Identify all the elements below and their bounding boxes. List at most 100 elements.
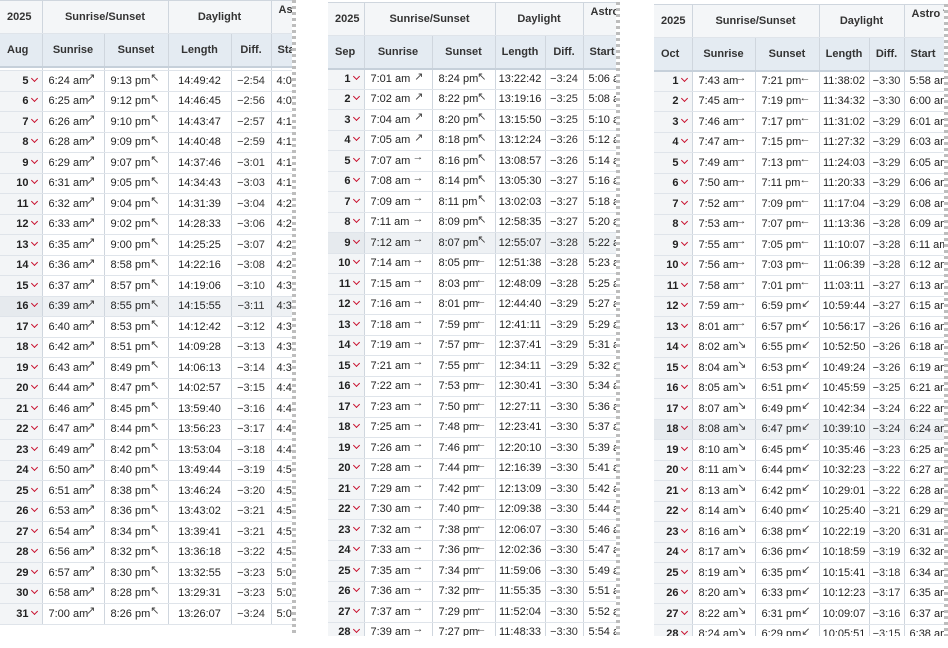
day-cell[interactable]: 12 [328, 294, 365, 315]
day-cell[interactable]: 18 [0, 337, 43, 358]
chevron-down-icon[interactable] [680, 238, 688, 246]
chevron-down-icon[interactable] [30, 300, 38, 308]
day-cell[interactable]: 9 [0, 152, 43, 174]
chevron-down-icon[interactable] [30, 279, 38, 287]
chevron-down-icon[interactable] [30, 546, 38, 554]
chevron-down-icon[interactable] [352, 523, 360, 531]
chevron-down-icon[interactable] [352, 318, 360, 326]
day-cell[interactable]: 22 [0, 419, 43, 440]
day-cell[interactable]: 6 [328, 171, 365, 192]
day-cell[interactable]: 16 [0, 296, 43, 317]
day-cell[interactable]: 5 [328, 150, 365, 172]
day-cell[interactable]: 17 [328, 396, 365, 418]
day-cell[interactable]: 20 [0, 378, 43, 399]
day-cell[interactable]: 8 [0, 132, 43, 153]
day-cell[interactable]: 19 [654, 439, 693, 461]
chevron-down-icon[interactable] [352, 339, 360, 347]
chevron-down-icon[interactable] [30, 218, 38, 226]
chevron-down-icon[interactable] [30, 74, 38, 82]
day-cell[interactable]: 18 [328, 417, 365, 438]
day-cell[interactable]: 21 [654, 480, 693, 502]
chevron-down-icon[interactable] [30, 423, 38, 431]
chevron-down-icon[interactable] [352, 564, 360, 572]
chevron-down-icon[interactable] [30, 341, 38, 349]
chevron-down-icon[interactable] [30, 464, 38, 472]
chevron-down-icon[interactable] [352, 257, 360, 265]
day-cell[interactable]: 24 [328, 540, 365, 561]
chevron-down-icon[interactable] [30, 607, 38, 615]
day-cell[interactable]: 12 [0, 214, 43, 235]
chevron-down-icon[interactable] [680, 341, 688, 349]
day-cell[interactable]: 25 [0, 480, 43, 502]
day-cell[interactable]: 1 [328, 68, 365, 90]
chevron-down-icon[interactable] [352, 175, 360, 183]
day-cell[interactable]: 25 [654, 562, 693, 584]
chevron-down-icon[interactable] [30, 177, 38, 185]
chevron-down-icon[interactable] [680, 402, 688, 410]
chevron-down-icon[interactable] [680, 423, 688, 431]
chevron-down-icon[interactable] [352, 154, 360, 162]
day-cell[interactable]: 16 [654, 378, 693, 399]
day-cell[interactable]: 6 [654, 173, 693, 194]
day-cell[interactable]: 15 [328, 355, 365, 377]
chevron-down-icon[interactable] [680, 218, 688, 226]
chevron-down-icon[interactable] [680, 587, 688, 595]
chevron-down-icon[interactable] [30, 259, 38, 267]
chevron-down-icon[interactable] [352, 216, 360, 224]
day-cell[interactable]: 28 [328, 622, 365, 636]
chevron-down-icon[interactable] [680, 484, 688, 492]
chevron-down-icon[interactable] [352, 298, 360, 306]
day-cell[interactable]: 21 [0, 398, 43, 420]
chevron-down-icon[interactable] [680, 607, 688, 615]
day-cell[interactable]: 11 [328, 273, 365, 295]
day-cell[interactable]: 16 [328, 376, 365, 397]
chevron-down-icon[interactable] [680, 443, 688, 451]
chevron-down-icon[interactable] [352, 113, 360, 121]
chevron-down-icon[interactable] [352, 195, 360, 203]
day-cell[interactable]: 22 [328, 499, 365, 520]
day-cell[interactable]: 23 [654, 521, 693, 543]
day-cell[interactable]: 14 [328, 335, 365, 356]
chevron-down-icon[interactable] [30, 320, 38, 328]
chevron-down-icon[interactable] [680, 259, 688, 267]
chevron-down-icon[interactable] [352, 277, 360, 285]
day-cell[interactable]: 25 [328, 560, 365, 582]
day-cell[interactable]: 13 [654, 316, 693, 338]
day-cell[interactable]: 31 [0, 603, 43, 625]
day-cell[interactable]: 9 [328, 232, 365, 254]
chevron-down-icon[interactable] [680, 525, 688, 533]
chevron-down-icon[interactable] [352, 544, 360, 552]
day-cell[interactable]: 11 [0, 193, 43, 215]
day-cell[interactable]: 24 [654, 542, 693, 563]
day-cell[interactable]: 26 [654, 583, 693, 604]
day-cell[interactable]: 27 [654, 603, 693, 625]
day-cell[interactable]: 5 [654, 152, 693, 174]
chevron-down-icon[interactable] [30, 382, 38, 390]
chevron-down-icon[interactable] [352, 462, 360, 470]
day-cell[interactable]: 13 [0, 234, 43, 256]
day-cell[interactable]: 1 [654, 70, 693, 92]
day-cell[interactable]: 19 [328, 437, 365, 459]
day-cell[interactable]: 3 [328, 109, 365, 131]
chevron-down-icon[interactable] [352, 72, 360, 81]
chevron-down-icon[interactable] [680, 156, 688, 164]
day-cell[interactable]: 5 [0, 70, 43, 92]
day-cell[interactable]: 3 [654, 111, 693, 133]
day-cell[interactable]: 14 [0, 255, 43, 276]
day-cell[interactable]: 6 [0, 91, 43, 112]
chevron-down-icon[interactable] [680, 177, 688, 185]
day-cell[interactable]: 17 [0, 316, 43, 338]
day-cell[interactable]: 12 [654, 296, 693, 317]
day-cell[interactable]: 26 [328, 581, 365, 602]
day-cell[interactable]: 10 [0, 173, 43, 194]
chevron-down-icon[interactable] [30, 402, 38, 410]
day-cell[interactable]: 22 [654, 501, 693, 522]
day-cell[interactable]: 8 [654, 214, 693, 235]
chevron-down-icon[interactable] [30, 443, 38, 451]
day-cell[interactable]: 10 [654, 255, 693, 276]
day-cell[interactable]: 2 [328, 89, 365, 110]
day-cell[interactable]: 15 [654, 357, 693, 379]
day-cell[interactable]: 30 [0, 583, 43, 604]
chevron-down-icon[interactable] [30, 361, 38, 369]
chevron-down-icon[interactable] [680, 279, 688, 287]
